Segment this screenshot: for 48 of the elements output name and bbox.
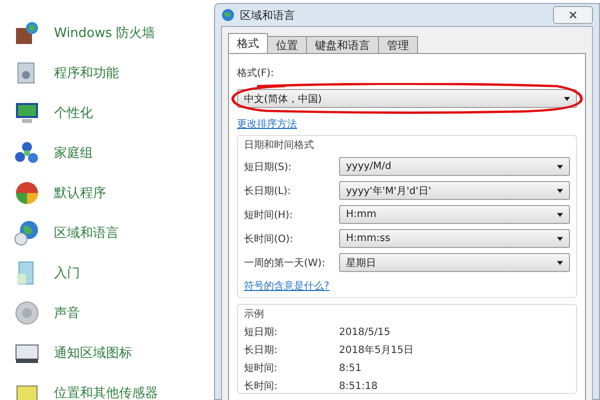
help-link[interactable]: 符号的含意是什么?	[244, 279, 330, 293]
format-dropdown[interactable]: H:mm:ss	[339, 229, 570, 248]
format-dropdown[interactable]: 中文(简体，中国)	[237, 89, 577, 108]
control-panel-link[interactable]: 区域和语言	[54, 224, 119, 242]
format-dropdown[interactable]: yyyy'年'M'月'd'日'	[339, 181, 570, 200]
globe-clock-icon	[14, 220, 40, 246]
speaker-icon	[14, 300, 40, 326]
close-icon	[568, 10, 578, 20]
control-panel-link[interactable]: 默认程序	[54, 184, 106, 202]
tab[interactable]: 格式	[228, 33, 268, 53]
format-label: 格式(F):	[237, 66, 275, 80]
example-label: 短时间:	[244, 362, 278, 375]
format-dropdown[interactable]: yyyy/M/d	[339, 157, 570, 176]
colored-ball-icon	[14, 180, 40, 206]
example-label: 长日期:	[244, 344, 278, 357]
monitor-icon	[14, 100, 40, 126]
people-icon	[14, 140, 40, 166]
control-panel-link[interactable]: Windows 防火墙	[54, 24, 156, 42]
control-panel-link[interactable]: 家庭组	[54, 144, 93, 162]
field-label: 短时间(H):	[244, 208, 294, 222]
tab[interactable]: 管理	[378, 36, 418, 53]
example-value: 2018年5月15日	[339, 344, 414, 357]
example-value: 8:51:18	[339, 380, 378, 392]
group-title: 日期和时间格式	[244, 138, 314, 152]
example-value: 8:51	[339, 362, 362, 374]
close-button[interactable]	[553, 6, 593, 24]
control-panel-link[interactable]: 位置和其他传感器	[54, 384, 158, 400]
control-panel-link[interactable]: 个性化	[54, 104, 93, 122]
format-dropdown[interactable]: H:mm	[339, 205, 570, 224]
control-panel-link[interactable]: 通知区域图标	[54, 344, 132, 362]
field-label: 长日期(L):	[244, 184, 292, 198]
example-value: 2018/5/15	[339, 326, 390, 338]
field-label: 长时间(O):	[244, 232, 294, 246]
window-title: 区域和语言	[240, 8, 296, 22]
field-label: 一周的第一天(W):	[244, 256, 326, 270]
globe-icon	[221, 8, 235, 22]
tab[interactable]: 键盘和语言	[306, 36, 379, 53]
group-title: 示例	[244, 308, 264, 321]
sort-link[interactable]: 更改排序方法	[237, 117, 297, 131]
example-label: 短日期:	[244, 326, 278, 339]
format-dropdown[interactable]: 星期日	[339, 253, 570, 272]
field-label: 短日期(S):	[244, 160, 293, 174]
example-label: 长时间:	[244, 380, 278, 393]
control-panel-link[interactable]: 入门	[54, 264, 80, 282]
control-panel-link[interactable]: 声音	[54, 304, 80, 322]
tab[interactable]: 位置	[267, 36, 307, 53]
control-panel-link[interactable]: 程序和功能	[54, 64, 119, 82]
brick-wall-icon	[14, 20, 40, 46]
